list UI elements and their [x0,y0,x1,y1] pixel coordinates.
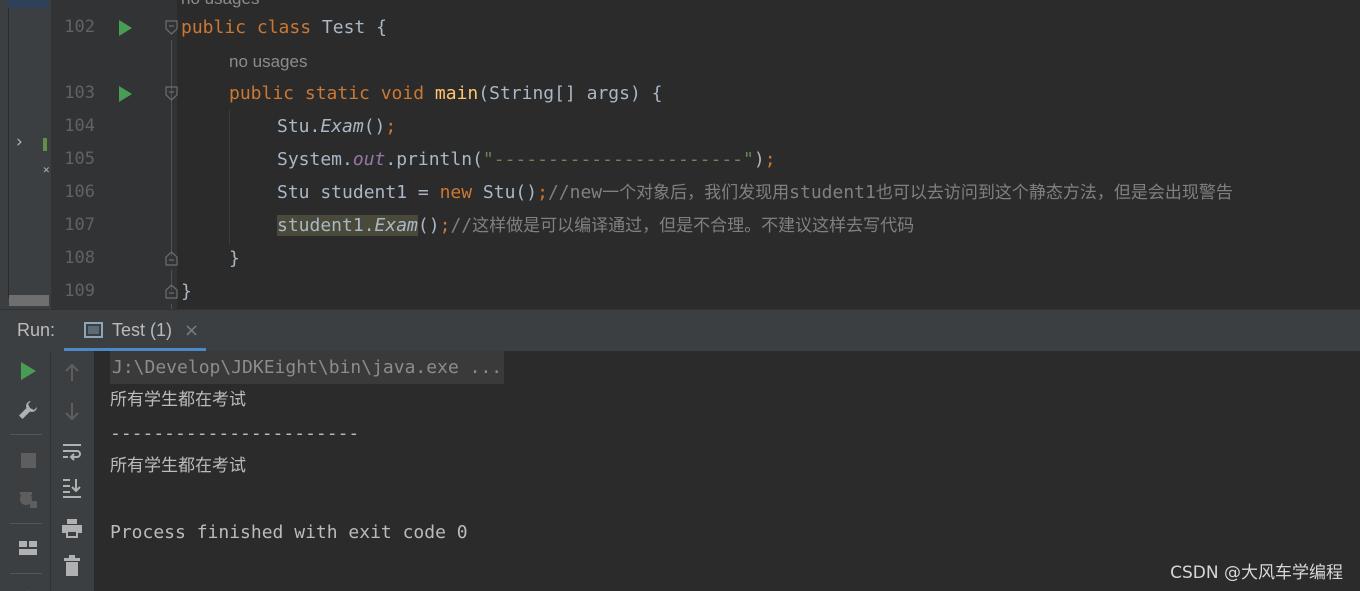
line-number: 109 [64,281,95,301]
line-number: 104 [64,116,95,136]
console-toolbar [51,351,94,591]
print-icon[interactable] [57,513,87,543]
code-line: 107 student1.Exam();//这样做是可以编译通过，但是不合理。不… [0,209,1360,242]
line-number: 106 [64,182,95,202]
code-line: 106 Stu student1 = new Stu();//new一个对象后，… [0,176,1360,209]
wrench-icon[interactable] [13,395,43,425]
usages-hint[interactable]: no usages [181,0,259,10]
code-line: 108 } [0,242,1360,275]
selection-highlight [8,0,49,8]
fold-icon[interactable] [165,20,178,35]
code-text[interactable]: } [229,242,240,275]
code-line: 105 System.out.println("----------------… [0,143,1360,176]
toolbar-separator [10,434,42,435]
console-line: 所有学生都在考试 [110,390,246,410]
line-number: 105 [64,149,95,169]
line-number: 107 [64,215,95,235]
debug-dump-icon[interactable] [13,484,43,514]
console-line: ----------------------- [110,423,360,444]
run-toolbar [0,351,51,591]
code-line: 103 public static void main(String[] arg… [0,77,1360,110]
code-text[interactable]: Stu student1 = new Stu();//new一个对象后，我们发现… [277,176,1233,210]
code-editor[interactable]: › ✕ no usages 102 public class Test { no… [0,0,1360,309]
line-number: 108 [64,248,95,268]
close-icon[interactable]: × [184,320,199,341]
watermark: CSDN @大风车学编程 [1170,563,1343,583]
play-icon[interactable] [13,356,43,386]
code-text[interactable]: public class Test { [181,11,387,44]
fold-end-icon[interactable] [165,284,178,299]
arrow-up-icon[interactable] [57,358,87,388]
soft-wrap-icon[interactable] [57,437,87,467]
line-number: 103 [64,83,95,103]
toolbar-separator [10,523,42,524]
scroll-to-end-icon[interactable] [57,473,87,503]
code-line: 109 } [0,275,1360,308]
code-text[interactable]: student1.Exam();//这样做是可以编译通过，但是不合理。不建议这样… [277,209,914,243]
run-label: Run: [17,320,56,340]
line-number: 102 [64,17,95,37]
code-text[interactable]: } [181,275,192,308]
fold-end-icon[interactable] [165,251,178,266]
run-tool-window-header: Run: Test (1) × [0,309,1360,352]
code-line: 102 public class Test { [0,11,1360,44]
trash-icon[interactable] [57,551,87,581]
run-icon[interactable] [119,86,132,102]
layout-icon[interactable] [13,533,43,563]
code-line: 104 Stu.Exam(); [0,110,1360,143]
usages-hint[interactable]: no usages [229,51,307,73]
console-line[interactable]: J:\Develop\JDKEight\bin\java.exe ... [110,351,505,384]
tab-test-run[interactable]: Test (1) × [64,310,206,352]
console-line: Process finished with exit code 0 [110,522,468,543]
run-icon[interactable] [119,20,132,36]
tab-title: Test (1) [112,320,173,340]
code-text[interactable]: System.out.println("--------------------… [277,143,776,176]
code-text[interactable]: Stu.Exam(); [277,110,396,143]
code-text[interactable]: public static void main(String[] args) { [229,77,663,110]
arrow-down-icon[interactable] [57,396,87,426]
stop-icon[interactable] [13,445,43,475]
warning-highlight[interactable]: student1.Exam [277,215,418,236]
console-icon [84,322,103,338]
pin-icon[interactable] [13,579,43,591]
console-line: 所有学生都在考试 [110,456,246,476]
fold-icon[interactable] [165,86,178,101]
console-output[interactable]: J:\Develop\JDKEight\bin\java.exe ... 所有学… [94,351,1360,591]
toolbar-separator [10,573,42,574]
